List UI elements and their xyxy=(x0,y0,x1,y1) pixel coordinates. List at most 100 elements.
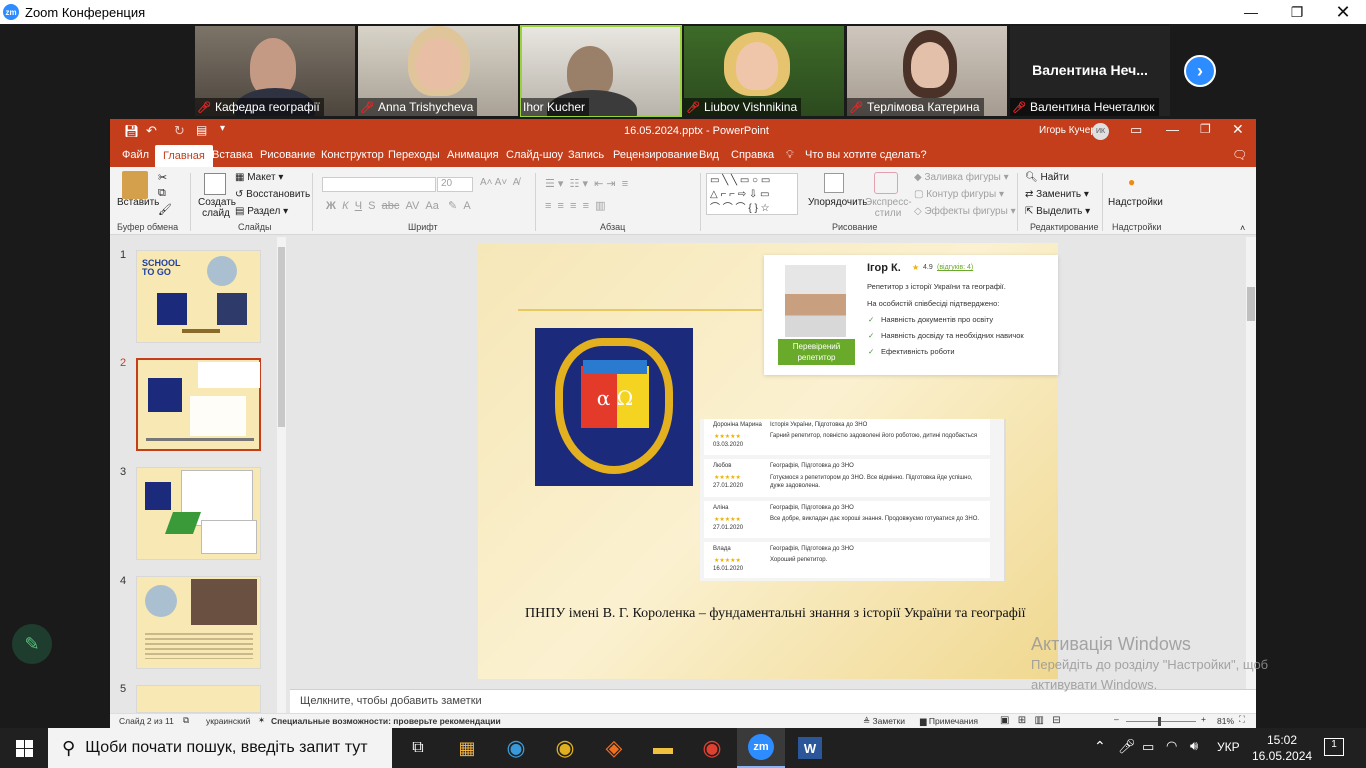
tab-file[interactable]: Файл xyxy=(122,143,149,167)
tab-review[interactable]: Рецензирование xyxy=(613,143,698,167)
zoom-out-icon[interactable]: – xyxy=(1114,714,1119,724)
thumbnail-scrollbar[interactable] xyxy=(277,237,286,713)
participant-tile[interactable]: 🎤︎ Liubov Vishnikina xyxy=(684,26,844,116)
list-icons[interactable]: ☰ ▾ ☷ ▾ ⇤ ⇥ ≡ xyxy=(545,177,628,190)
redo-icon[interactable]: ↻ xyxy=(174,123,185,139)
addins-icon[interactable]: ● xyxy=(1128,175,1135,189)
wifi-icon[interactable]: ◠ xyxy=(1166,738,1177,754)
replace-button[interactable]: ⇄ Заменить ▾ xyxy=(1025,189,1089,200)
slideshow-from-start-icon[interactable]: ▤ xyxy=(196,123,207,137)
participant-tile[interactable]: 🎤︎ Терлімова Катерина xyxy=(847,26,1007,116)
fit-to-window-icon[interactable]: ⛶ xyxy=(1239,714,1245,725)
tab-view[interactable]: Вид xyxy=(699,143,719,167)
zoom-level[interactable]: 81% xyxy=(1217,716,1234,726)
font-grow-shrink-icons[interactable]: A˄ A˅ A̸ xyxy=(480,177,519,188)
chrome-icon[interactable]: ◉ xyxy=(541,728,589,768)
comments-toggle[interactable]: ▆ Примечания xyxy=(920,716,978,727)
format-painter-icon[interactable]: 🖌︎ xyxy=(158,203,172,216)
input-language[interactable]: УКР xyxy=(1217,740,1240,754)
user-avatar[interactable]: ИК xyxy=(1092,123,1109,140)
zoom-app-icon[interactable]: zm xyxy=(737,728,785,768)
cut-icon[interactable]: ✂ xyxy=(158,171,167,184)
slide-thumbnail-4[interactable] xyxy=(136,576,261,669)
battery-icon[interactable]: ▭ xyxy=(1142,739,1154,755)
font-name-input[interactable] xyxy=(322,177,436,192)
language-indicator[interactable]: украинский xyxy=(206,716,250,726)
windows-start-icon[interactable] xyxy=(0,728,48,768)
tab-slideshow[interactable]: Слайд-шоу xyxy=(506,143,563,167)
slide-thumbnail-3[interactable] xyxy=(136,467,261,560)
current-slide[interactable]: α Ω Перевірений репетитор Ігор К. ★ 4.9 … xyxy=(478,243,1058,679)
tab-draw[interactable]: Рисование xyxy=(260,143,315,167)
participant-tile-no-video[interactable]: Валентина Неч... 🎤︎ Валентина Нечеталюк xyxy=(1010,26,1170,116)
accessibility-status[interactable]: Специальные возможности: проверьте реком… xyxy=(271,716,501,726)
close-icon[interactable]: ✕ xyxy=(1320,0,1366,24)
zoom-slider[interactable] xyxy=(1126,717,1196,726)
slide-caption[interactable]: ПНПУ імені В. Г. Короленка – фундаментал… xyxy=(525,601,1031,627)
brave-icon[interactable]: ◈ xyxy=(590,728,638,768)
view-buttons[interactable]: ▣ ⊞ ▥ ⊟ xyxy=(1000,715,1061,726)
tab-animations[interactable]: Анимация xyxy=(447,143,499,167)
accessibility-icon[interactable]: ✶ xyxy=(258,715,265,726)
clock[interactable]: 15:02 16.05.2024 xyxy=(1252,732,1312,764)
notes-toggle[interactable]: ≜ Заметки xyxy=(863,716,905,727)
taskbar-search-box[interactable]: ⚲ Щоби почати пошук, введіть запит тут xyxy=(48,728,392,768)
quick-styles-button[interactable]: Экспресс-стили xyxy=(865,197,912,219)
volume-icon[interactable]: 🔊︎ xyxy=(1190,738,1198,754)
customize-toolbar-icon[interactable]: ▾ xyxy=(220,123,225,134)
edge-icon[interactable]: ◉ xyxy=(492,728,540,768)
pen-tool-icon[interactable]: ✎ xyxy=(12,624,52,664)
arrange-icon[interactable] xyxy=(824,173,844,193)
word-icon[interactable]: W xyxy=(786,728,834,768)
store-icon[interactable]: ▦ xyxy=(443,728,491,768)
select-button[interactable]: ⇱ Выделить ▾ xyxy=(1025,206,1090,217)
minimize-icon[interactable]: — xyxy=(1228,0,1274,24)
collapse-ribbon-icon[interactable]: ˄ xyxy=(1240,223,1245,233)
reset-button[interactable]: ↺ Восстановить xyxy=(235,189,310,200)
pp-close-icon[interactable]: ✕ xyxy=(1232,121,1244,138)
paste-button[interactable]: Вставить xyxy=(117,197,159,208)
new-slide-icon[interactable] xyxy=(204,173,226,195)
quick-styles-icon[interactable] xyxy=(874,172,898,194)
task-view-icon[interactable]: ⧉ xyxy=(394,728,442,768)
find-button[interactable]: 🔍︎ Найти xyxy=(1025,172,1069,183)
tab-transitions[interactable]: Переходы xyxy=(388,143,440,167)
slide-thumbnail-2-selected[interactable] xyxy=(136,358,261,451)
comments-icon[interactable]: 🗨︎ xyxy=(1232,143,1247,167)
save-icon[interactable]: 💾︎ xyxy=(124,124,139,138)
tab-insert[interactable]: Вставка xyxy=(212,143,253,167)
tab-design[interactable]: Конструктор xyxy=(321,143,384,167)
layout-button[interactable]: ▦ Макет ▾ xyxy=(235,172,283,183)
zoom-in-icon[interactable]: + xyxy=(1201,714,1206,724)
addins-button[interactable]: Надстройки xyxy=(1108,197,1163,208)
tab-record[interactable]: Запись xyxy=(568,143,604,167)
user-name[interactable]: Игорь Кучер xyxy=(1039,125,1096,136)
notification-center-icon[interactable]: 1 xyxy=(1324,738,1344,756)
align-icons[interactable]: ≡ ≡ ≡ ≡ ▥ xyxy=(545,199,606,212)
file-explorer-icon[interactable]: ▬ xyxy=(639,728,687,768)
restore-icon[interactable]: ❐ xyxy=(1274,0,1320,24)
undo-icon[interactable]: ↶ xyxy=(146,123,157,139)
section-button[interactable]: ▤ Раздел ▾ xyxy=(235,206,288,217)
slide-thumbnail-5[interactable] xyxy=(136,685,261,713)
next-page-arrow-icon[interactable]: › xyxy=(1184,55,1216,87)
shape-fill-button[interactable]: ◆ Заливка фигуры ▾ xyxy=(914,172,1009,183)
tell-me-search[interactable]: Что вы хотите сделать? xyxy=(805,143,927,167)
shape-effects-button[interactable]: ◇ Эффекты фигуры ▾ xyxy=(914,206,1016,217)
chrome-profile-icon[interactable]: ◉ xyxy=(688,728,736,768)
font-format-icons[interactable]: Ж К Ч S abc AV Aa ✎ A xyxy=(326,199,471,212)
tab-home[interactable]: Главная xyxy=(155,145,213,167)
pp-restore-icon[interactable]: ❐ xyxy=(1200,122,1211,136)
spellcheck-icon[interactable]: ⧉ xyxy=(183,715,189,726)
microphone-icon[interactable]: 🎤︎ xyxy=(1118,738,1136,755)
font-size-input[interactable]: 20 xyxy=(437,177,473,192)
show-hidden-icons[interactable]: ⌃ xyxy=(1094,738,1106,755)
participant-tile[interactable]: 🎤︎ Кафедра географії xyxy=(195,26,355,116)
copy-icon[interactable]: ⧉ xyxy=(158,187,166,200)
participant-tile[interactable]: 🎤︎ Anna Trishycheva xyxy=(358,26,518,116)
shape-outline-button[interactable]: ▢ Контур фигуры ▾ xyxy=(914,189,1004,200)
shapes-gallery[interactable]: ▭ ╲ ╲ ▭ ○ ▭ △ ⌐ ⌐ ⇨ ⇩ ▭ ⌒ ⌒ ⌒ { } ☆ xyxy=(706,173,798,215)
new-slide-button[interactable]: Создать слайд xyxy=(198,197,236,219)
paste-icon[interactable] xyxy=(122,171,148,199)
slide-thumbnail-1[interactable]: SCHOOL TO GO xyxy=(136,250,261,343)
